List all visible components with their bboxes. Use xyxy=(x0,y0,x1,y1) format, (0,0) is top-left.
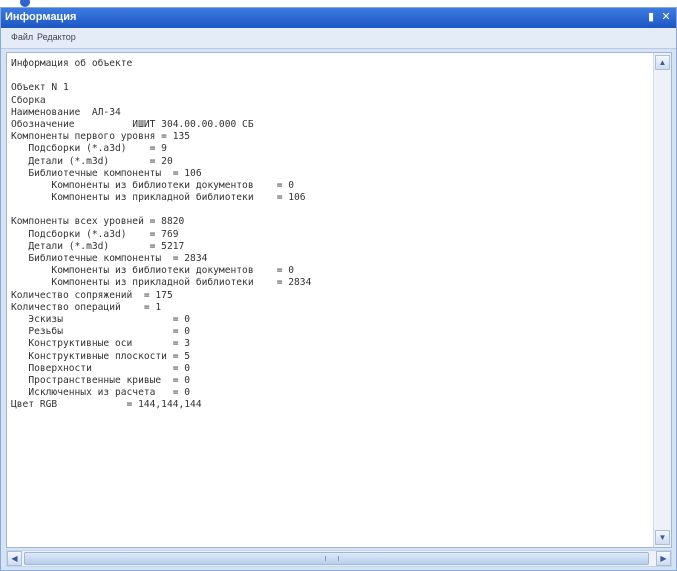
panel-titlebar[interactable]: Информация ▮ ✕ xyxy=(1,8,676,28)
horizontal-scroll-thumb[interactable] xyxy=(24,552,649,565)
menu-item-editor[interactable]: Редактор xyxy=(37,32,76,42)
info-line: Пространственные кривые = 0 xyxy=(11,374,191,386)
info-line: Компоненты первого уровня = 135 xyxy=(11,131,191,143)
info-line: Подсборки (*.a3d) = 769 xyxy=(11,228,179,240)
info-panel: Информация ▮ ✕ Файл Редактор Информация … xyxy=(0,7,677,571)
info-line: Детали (*.m3d) = 5217 xyxy=(11,240,185,252)
menu-item-file[interactable]: Файл xyxy=(11,32,33,42)
info-line: Компоненты из библиотеки документов = 0 xyxy=(11,179,295,191)
info-line: Информация об объекте xyxy=(11,58,133,69)
info-line: Конструктивные оси = 3 xyxy=(11,338,191,350)
info-line: Сборка xyxy=(11,94,46,106)
scroll-left-arrow-icon[interactable]: ◀ xyxy=(7,551,22,566)
tree-behind-panel xyxy=(0,0,677,7)
info-text-area[interactable]: Информация об объекте Объект N 1 Сборка Наи… xyxy=(6,52,672,548)
scroll-right-arrow-icon[interactable]: ▶ xyxy=(656,551,671,566)
scroll-thumb-grip xyxy=(325,556,339,561)
scroll-up-arrow-icon[interactable]: ▲ xyxy=(655,55,670,70)
info-line: Поверхности = 0 xyxy=(11,362,191,374)
info-line: Подсборки (*.a3d) = 9 xyxy=(11,143,167,155)
panel-title: Информация xyxy=(5,11,77,23)
scroll-down-arrow-icon[interactable]: ▼ xyxy=(655,530,670,545)
info-line: Эскизы = 0 xyxy=(11,313,191,325)
info-line: Библиотечные компоненты = 106 xyxy=(11,167,202,179)
assembly-icon xyxy=(20,0,30,7)
info-line: Обозначение ИШИТ 304.00.00.000 СБ xyxy=(11,118,254,130)
vertical-scrollbar[interactable]: ▲ ▼ xyxy=(653,53,671,547)
info-line: Количество сопряжений = 175 xyxy=(11,289,173,301)
info-line: Цвет RGB = 144,144,144 xyxy=(11,399,202,411)
info-text: Информация об объекте Объект N 1 Сборка Наи… xyxy=(7,53,653,547)
info-line: Резьбы = 0 xyxy=(11,326,191,338)
info-line: Исключенных из расчета = 0 xyxy=(11,387,191,399)
info-line: Конструктивные плоскости = 5 xyxy=(11,350,191,362)
pin-icon[interactable]: ▮ xyxy=(644,10,658,25)
info-line: Компоненты из прикладной библиотеки = 10… xyxy=(11,192,306,204)
horizontal-scrollbar[interactable]: ◀ ▶ xyxy=(6,550,672,567)
info-line: Детали (*.m3d) = 20 xyxy=(11,155,173,167)
info-line: Библиотечные компоненты = 2834 xyxy=(11,253,208,264)
info-line: Количество операций = 1 xyxy=(11,301,162,313)
menu-bar: Файл Редактор xyxy=(1,28,676,49)
info-line: Объект N 1 xyxy=(11,82,69,94)
close-icon[interactable]: ✕ xyxy=(659,10,673,25)
info-line: Компоненты из прикладной библиотеки = 28… xyxy=(11,277,312,289)
info-line: Компоненты всех уровней = 8820 xyxy=(11,216,185,228)
info-line: Наименование АЛ-34 xyxy=(11,106,121,118)
info-line xyxy=(11,204,653,216)
info-line: Компоненты из библиотеки документов = 0 xyxy=(11,265,295,277)
info-line xyxy=(11,70,653,82)
